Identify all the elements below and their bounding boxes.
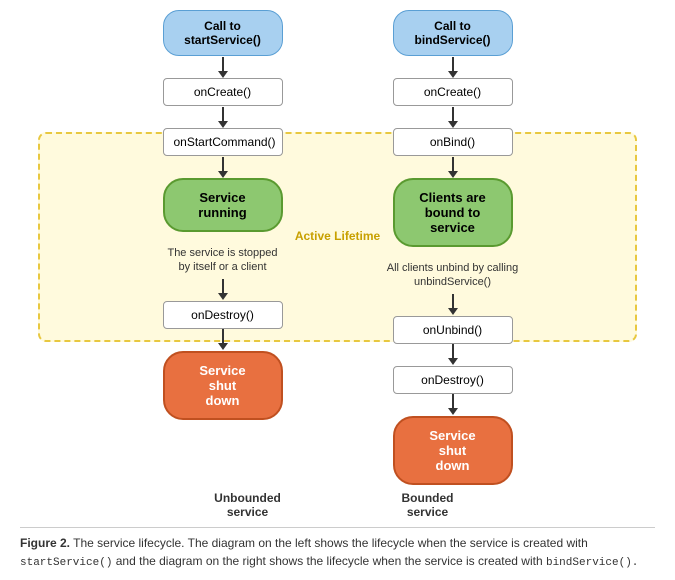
bounded-label: Bounded service xyxy=(368,491,488,519)
caption-code2: bindService(). xyxy=(546,557,638,569)
arrow-5-right xyxy=(448,344,458,366)
arrow-2-left xyxy=(218,106,228,128)
caption-code1: startService() xyxy=(20,557,112,569)
caption-text2: and the diagram on the right shows the l… xyxy=(112,554,546,568)
service-running-note: The service is stopped by itself or a cl… xyxy=(153,246,293,275)
start-service-node: Call to startService() xyxy=(163,10,283,56)
unbounded-label: Unbounded service xyxy=(188,491,308,519)
onbind-node: onBind() xyxy=(393,128,513,156)
arrow-5-left xyxy=(218,329,228,351)
arrow-1-right xyxy=(448,56,458,78)
bottom-labels: Unbounded service Bounded service xyxy=(20,491,655,519)
arrow-1-left xyxy=(218,56,228,78)
diagram-container: Active Lifetime Call to startService() o… xyxy=(20,10,655,519)
clients-note: All clients unbind by calling unbindServ… xyxy=(383,261,523,290)
oncreate-left: onCreate() xyxy=(163,78,283,106)
arrow-2-right xyxy=(448,106,458,128)
caption-figure: Figure 2. xyxy=(20,536,70,550)
ondestroy-right: onDestroy() xyxy=(393,366,513,394)
ondestroy-left: onDestroy() xyxy=(163,301,283,329)
bind-service-node: Call to bindService() xyxy=(393,10,513,56)
shutdown-left: Service shut down xyxy=(163,351,283,420)
onstartcommand-node: onStartCommand() xyxy=(163,128,283,156)
left-column: Call to startService() onCreate() onStar… xyxy=(138,10,308,485)
onunbind-node: onUnbind() xyxy=(393,316,513,344)
columns-wrapper: Call to startService() onCreate() onStar… xyxy=(20,10,655,485)
oncreate-right: onCreate() xyxy=(393,78,513,106)
clients-bound-node: Clients are bound to service xyxy=(393,178,513,247)
service-running-node: Service running xyxy=(163,178,283,232)
caption-text1: The service lifecycle. The diagram on th… xyxy=(70,536,588,550)
arrow-4-right xyxy=(448,294,458,316)
right-column: Call to bindService() onCreate() onBind(… xyxy=(368,10,538,485)
shutdown-right: Service shut down xyxy=(393,416,513,485)
arrow-3-left xyxy=(218,156,228,178)
arrow-4-left xyxy=(218,279,228,301)
page: Active Lifetime Call to startService() o… xyxy=(0,0,675,580)
arrow-6-right xyxy=(448,394,458,416)
arrow-3-right xyxy=(448,156,458,178)
caption: Figure 2. The service lifecycle. The dia… xyxy=(20,527,655,572)
